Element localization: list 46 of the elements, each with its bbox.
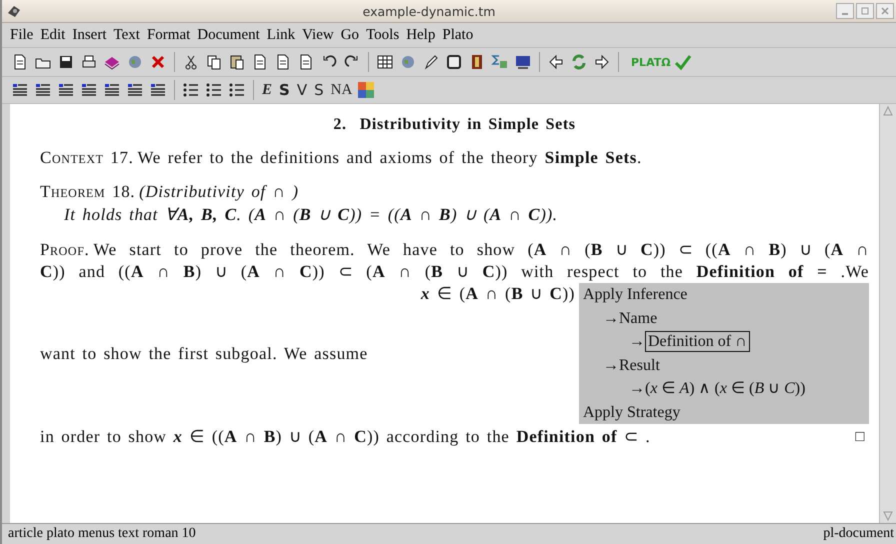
proof-text: want to show the first subgoal. We assume [40,343,369,365]
maximize-icon [860,6,870,16]
text-style-button[interactable]: S [312,81,326,99]
tactic-line[interactable]: →(x ∈ A) ∧ (x ∈ (B ∪ C)) [629,377,806,400]
proof-text: We start to prove the theorem. We have to show (A ∩ (B ∪ C)) ⊂ ((A ∩ B) ∪ (A ∩ [93,239,869,261]
menu-item[interactable]: Help [406,26,436,44]
qed-mark: □ [855,428,865,447]
status-text: article plato menus text roman 10 [8,526,196,542]
menu-item[interactable]: Go [340,26,360,44]
tactic-line[interactable]: →Result [603,354,660,377]
context-text: We refer to the definitions and axioms of the theory Simple Sets. [137,148,642,167]
menu-item[interactable]: View [302,26,334,44]
theorem-statement: It holds that ∀A, B, C. (A ∩ (B ∪ C)) = ((A ∩ B) ∪ (A ∩ C)). [63,204,559,225]
window-title: example-dynamic.tm [362,4,496,18]
text-style-button[interactable]: E [260,82,274,98]
math-formula: x ∈ (A ∩ (B ∪ C)) [420,283,576,305]
status-text: pl-document [823,526,894,542]
menu-item[interactable]: Document [197,26,260,44]
close-icon [880,6,890,16]
menu-item[interactable]: Insert [72,26,106,44]
proof-text: in order to show x ∈ ((A ∩ B) ∪ (A ∩ C)) according to the Definition of ⊂ . [40,426,650,448]
menu-item[interactable]: Tools [366,26,400,44]
minimize-icon [842,13,848,15]
text-style-button[interactable]: V [294,81,310,99]
menu-item[interactable]: Plato [442,26,474,44]
menu-item[interactable]: Link [266,26,296,44]
check-icon[interactable] [674,53,692,71]
text-style-button[interactable]: NA [328,82,354,98]
menu-item[interactable]: Format [146,26,190,44]
app-icon [6,3,22,19]
theorem-title: (Distributivity of ∩ ) [139,182,299,201]
proof-text: C)) and ((A ∩ B) ∪ (A ∩ C)) ⊂ (A ∩ (B ∪ C)) with respect to the Definition of = .We [40,261,869,283]
text-style-button[interactable]: S [277,81,292,99]
tactic-line[interactable]: Apply Inference [583,283,688,306]
context-label: Context 17. [40,148,134,167]
proof-label: Proof. [40,239,90,261]
color-palette-icon[interactable] [357,81,376,99]
menu-item[interactable]: File [10,26,34,44]
menu-item[interactable]: Text [114,26,140,44]
section-heading: 2. Distributivity in Simple Sets [332,116,577,134]
tactic-line[interactable]: Apply Strategy [583,400,680,424]
tactic-line[interactable]: → [629,330,645,354]
menu-item[interactable]: Edit [40,26,66,44]
tactic-line[interactable]: →Name [603,306,658,330]
theorem-label: Theorem 18. [40,182,136,201]
definition-link[interactable]: Definition of ∩ [645,331,750,352]
